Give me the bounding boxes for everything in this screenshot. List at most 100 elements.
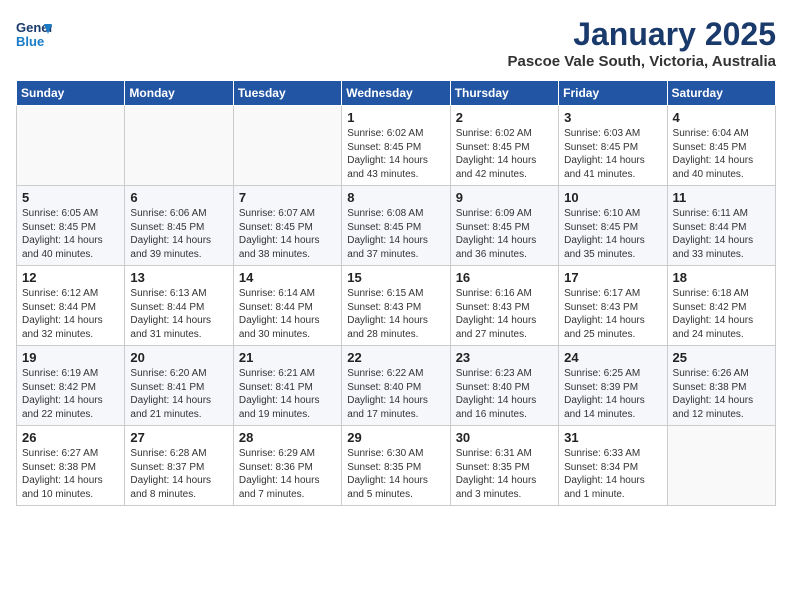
- calendar-day-cell: 7 Sunrise: 6:07 AMSunset: 8:45 PMDaylight…: [233, 186, 341, 266]
- calendar-day-cell: 3 Sunrise: 6:03 AMSunset: 8:45 PMDaylight…: [559, 106, 667, 186]
- calendar-day-cell: 30 Sunrise: 6:31 AMSunset: 8:35 PMDayligh…: [450, 426, 558, 506]
- logo: General Blue: [16, 16, 52, 52]
- day-info: Sunrise: 6:23 AMSunset: 8:40 PMDaylight:…: [456, 367, 553, 421]
- calendar-day-cell: 12 Sunrise: 6:12 AMSunset: 8:44 PMDayligh…: [17, 266, 125, 346]
- calendar-day-cell: 6 Sunrise: 6:06 AMSunset: 8:45 PMDaylight…: [125, 186, 233, 266]
- day-info: Sunrise: 6:28 AMSunset: 8:37 PMDaylight:…: [130, 447, 227, 501]
- day-number: 3: [564, 110, 661, 125]
- calendar-day-cell: 10 Sunrise: 6:10 AMSunset: 8:45 PMDayligh…: [559, 186, 667, 266]
- day-number: 2: [456, 110, 553, 125]
- calendar-day-cell: 26Sunrise: 6:27 AMSunset: 8:38 PMDayligh…: [17, 426, 125, 506]
- day-info: Sunrise: 6:31 AMSunset: 8:35 PMDaylight:…: [456, 447, 553, 501]
- day-info: Sunrise: 6:13 AMSunset: 8:44 PMDaylight:…: [130, 287, 227, 341]
- day-info: Sunrise: 6:17 AMSunset: 8:43 PMDaylight:…: [564, 287, 661, 341]
- day-number: 15: [347, 270, 444, 285]
- day-number: 21: [239, 350, 336, 365]
- day-number: 29: [347, 430, 444, 445]
- calendar-week-row: 5 Sunrise: 6:05 AMSunset: 8:45 PMDaylight…: [17, 186, 776, 266]
- day-info: Sunrise: 6:09 AMSunset: 8:45 PMDaylight:…: [456, 207, 553, 261]
- day-info: Sunrise: 6:21 AMSunset: 8:41 PMDaylight:…: [239, 367, 336, 421]
- day-info: Sunrise: 6:10 AMSunset: 8:45 PMDaylight:…: [564, 207, 661, 261]
- day-number: 11: [673, 190, 770, 205]
- day-number: 6: [130, 190, 227, 205]
- calendar-day-cell: 15 Sunrise: 6:15 AMSunset: 8:43 PMDayligh…: [342, 266, 450, 346]
- weekday-header: Sunday: [17, 81, 125, 106]
- day-info: Sunrise: 6:18 AMSunset: 8:42 PMDaylight:…: [673, 287, 770, 341]
- day-info: Sunrise: 6:19 AMSunset: 8:42 PMDaylight:…: [22, 367, 119, 421]
- calendar-day-cell: 1 Sunrise: 6:02 AMSunset: 8:45 PMDaylight…: [342, 106, 450, 186]
- day-info: Sunrise: 6:06 AMSunset: 8:45 PMDaylight:…: [130, 207, 227, 261]
- calendar-body: 1 Sunrise: 6:02 AMSunset: 8:45 PMDaylight…: [17, 106, 776, 506]
- calendar-week-row: 26Sunrise: 6:27 AMSunset: 8:38 PMDayligh…: [17, 426, 776, 506]
- day-info: Sunrise: 6:30 AMSunset: 8:35 PMDaylight:…: [347, 447, 444, 501]
- calendar-week-row: 19 Sunrise: 6:19 AMSunset: 8:42 PMDayligh…: [17, 346, 776, 426]
- svg-text:Blue: Blue: [16, 34, 44, 49]
- calendar-header-row: SundayMondayTuesdayWednesdayThursdayFrid…: [17, 81, 776, 106]
- weekday-header: Monday: [125, 81, 233, 106]
- day-number: 20: [130, 350, 227, 365]
- calendar-day-cell: 8 Sunrise: 6:08 AMSunset: 8:45 PMDaylight…: [342, 186, 450, 266]
- day-info: Sunrise: 6:04 AMSunset: 8:45 PMDaylight:…: [673, 127, 770, 181]
- location: Pascoe Vale South, Victoria, Australia: [508, 53, 776, 70]
- calendar-day-cell: 27 Sunrise: 6:28 AMSunset: 8:37 PMDayligh…: [125, 426, 233, 506]
- day-number: 12: [22, 270, 119, 285]
- page-header: General Blue January 2025 Pascoe Vale So…: [16, 16, 776, 70]
- day-number: 28: [239, 430, 336, 445]
- day-number: 24: [564, 350, 661, 365]
- day-number: 9: [456, 190, 553, 205]
- calendar-day-cell: 21 Sunrise: 6:21 AMSunset: 8:41 PMDayligh…: [233, 346, 341, 426]
- day-info: Sunrise: 6:33 AMSunset: 8:34 PMDaylight:…: [564, 447, 661, 501]
- weekday-header: Saturday: [667, 81, 775, 106]
- day-info: Sunrise: 6:15 AMSunset: 8:43 PMDaylight:…: [347, 287, 444, 341]
- day-number: 7: [239, 190, 336, 205]
- day-info: Sunrise: 6:11 AMSunset: 8:44 PMDaylight:…: [673, 207, 770, 261]
- day-number: 1: [347, 110, 444, 125]
- day-number: 23: [456, 350, 553, 365]
- weekday-header: Tuesday: [233, 81, 341, 106]
- weekday-header: Wednesday: [342, 81, 450, 106]
- calendar-day-cell: 13 Sunrise: 6:13 AMSunset: 8:44 PMDayligh…: [125, 266, 233, 346]
- calendar-week-row: 12 Sunrise: 6:12 AMSunset: 8:44 PMDayligh…: [17, 266, 776, 346]
- day-number: 5: [22, 190, 119, 205]
- day-number: 13: [130, 270, 227, 285]
- calendar-day-cell: 4 Sunrise: 6:04 AMSunset: 8:45 PMDaylight…: [667, 106, 775, 186]
- day-number: 31: [564, 430, 661, 445]
- day-number: 25: [673, 350, 770, 365]
- calendar-day-cell: 25 Sunrise: 6:26 AMSunset: 8:38 PMDayligh…: [667, 346, 775, 426]
- day-info: Sunrise: 6:14 AMSunset: 8:44 PMDaylight:…: [239, 287, 336, 341]
- day-number: 18: [673, 270, 770, 285]
- calendar-day-cell: 24Sunrise: 6:25 AMSunset: 8:39 PMDayligh…: [559, 346, 667, 426]
- day-number: 8: [347, 190, 444, 205]
- calendar-day-cell: 23 Sunrise: 6:23 AMSunset: 8:40 PMDayligh…: [450, 346, 558, 426]
- day-number: 27: [130, 430, 227, 445]
- day-info: Sunrise: 6:22 AMSunset: 8:40 PMDaylight:…: [347, 367, 444, 421]
- calendar-day-cell: 14 Sunrise: 6:14 AMSunset: 8:44 PMDayligh…: [233, 266, 341, 346]
- calendar-day-cell: [17, 106, 125, 186]
- day-info: Sunrise: 6:07 AMSunset: 8:45 PMDaylight:…: [239, 207, 336, 261]
- calendar-day-cell: 22 Sunrise: 6:22 AMSunset: 8:40 PMDayligh…: [342, 346, 450, 426]
- day-info: Sunrise: 6:08 AMSunset: 8:45 PMDaylight:…: [347, 207, 444, 261]
- day-number: 19: [22, 350, 119, 365]
- day-number: 4: [673, 110, 770, 125]
- calendar-day-cell: 18 Sunrise: 6:18 AMSunset: 8:42 PMDayligh…: [667, 266, 775, 346]
- day-info: Sunrise: 6:02 AMSunset: 8:45 PMDaylight:…: [456, 127, 553, 181]
- day-info: Sunrise: 6:27 AMSunset: 8:38 PMDaylight:…: [22, 447, 119, 501]
- logo-icon: General Blue: [16, 16, 52, 52]
- calendar-table: SundayMondayTuesdayWednesdayThursdayFrid…: [16, 80, 776, 506]
- day-number: 22: [347, 350, 444, 365]
- day-info: Sunrise: 6:12 AMSunset: 8:44 PMDaylight:…: [22, 287, 119, 341]
- calendar-day-cell: 19 Sunrise: 6:19 AMSunset: 8:42 PMDayligh…: [17, 346, 125, 426]
- calendar-day-cell: 17Sunrise: 6:17 AMSunset: 8:43 PMDayligh…: [559, 266, 667, 346]
- day-info: Sunrise: 6:02 AMSunset: 8:45 PMDaylight:…: [347, 127, 444, 181]
- day-info: Sunrise: 6:03 AMSunset: 8:45 PMDaylight:…: [564, 127, 661, 181]
- day-number: 10: [564, 190, 661, 205]
- day-info: Sunrise: 6:29 AMSunset: 8:36 PMDaylight:…: [239, 447, 336, 501]
- day-info: Sunrise: 6:05 AMSunset: 8:45 PMDaylight:…: [22, 207, 119, 261]
- calendar-day-cell: 11 Sunrise: 6:11 AMSunset: 8:44 PMDayligh…: [667, 186, 775, 266]
- day-number: 16: [456, 270, 553, 285]
- calendar-day-cell: 29 Sunrise: 6:30 AMSunset: 8:35 PMDayligh…: [342, 426, 450, 506]
- calendar-week-row: 1 Sunrise: 6:02 AMSunset: 8:45 PMDaylight…: [17, 106, 776, 186]
- day-info: Sunrise: 6:26 AMSunset: 8:38 PMDaylight:…: [673, 367, 770, 421]
- day-number: 14: [239, 270, 336, 285]
- day-number: 30: [456, 430, 553, 445]
